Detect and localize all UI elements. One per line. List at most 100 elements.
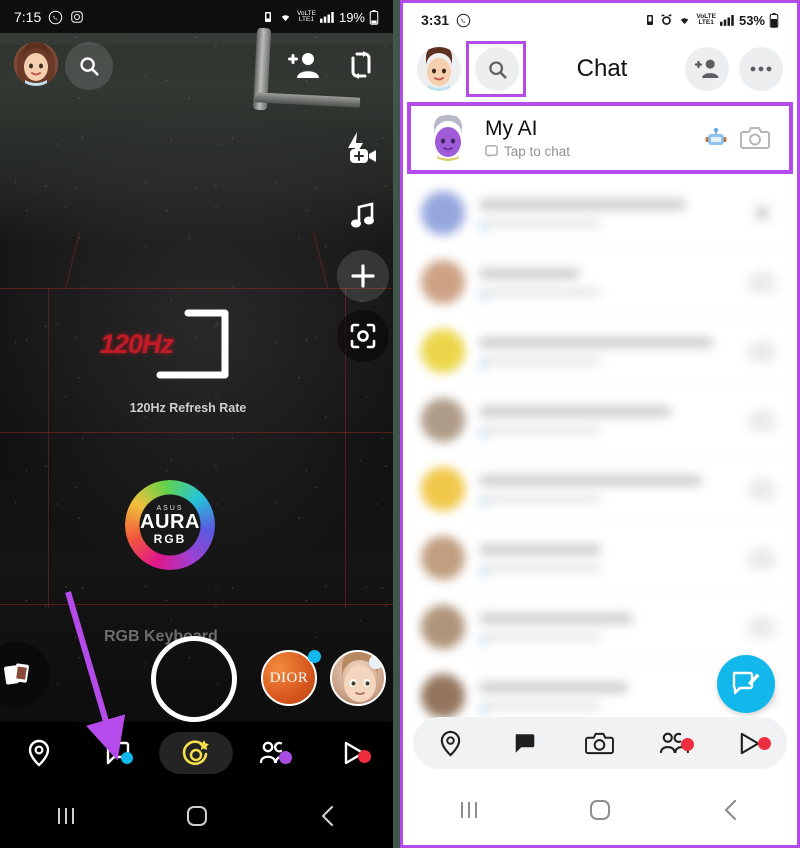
music-note-icon <box>351 202 374 228</box>
chat-row-text <box>465 543 745 577</box>
avatar <box>421 673 465 718</box>
right-system-nav <box>403 775 797 845</box>
home-button[interactable] <box>534 799 665 821</box>
search-button[interactable] <box>65 42 113 90</box>
instagram-icon <box>71 11 83 23</box>
table-row[interactable] <box>407 523 793 592</box>
avatar <box>421 259 465 304</box>
nav-map[interactable] <box>0 739 79 767</box>
avatar <box>421 397 465 442</box>
my-ai-subtitle-row: Tap to chat <box>485 144 697 159</box>
whatsapp-icon <box>49 10 63 24</box>
signal-icon <box>719 15 734 26</box>
aura-brand-text: AURA <box>140 510 200 533</box>
camera-icon[interactable] <box>745 409 779 431</box>
search-highlight-box <box>466 41 526 97</box>
my-ai-name: My AI <box>485 117 538 141</box>
right-status-bar: 3:31 VoLTE LTE1 53% <box>403 3 797 37</box>
lens-carousel: DIOR <box>0 636 393 722</box>
camera-icon <box>585 732 615 754</box>
chat-square-icon <box>485 144 498 158</box>
recents-button[interactable] <box>403 799 534 821</box>
left-camera-topbar <box>0 40 393 92</box>
table-row[interactable] <box>407 454 793 523</box>
video-camera-button[interactable] <box>337 130 389 182</box>
avatar[interactable] <box>417 47 461 91</box>
avatar <box>421 535 465 580</box>
music-button[interactable] <box>337 190 389 242</box>
back-button[interactable] <box>262 804 393 828</box>
nav-stories[interactable] <box>236 741 315 765</box>
recents-icon <box>460 802 477 818</box>
new-chat-icon <box>732 671 760 695</box>
table-row[interactable] <box>407 247 793 316</box>
refresh-rate-overlay: 120Hz 120Hz Refresh Rate <box>100 305 246 415</box>
my-ai-camera-button[interactable] <box>735 125 775 151</box>
chat-row-text <box>465 198 745 232</box>
add-friend-button[interactable] <box>685 47 729 91</box>
battery-percent: 19% <box>338 9 365 25</box>
flip-camera-button[interactable] <box>347 50 375 85</box>
chat-header: Chat <box>403 39 797 99</box>
nav-spotlight[interactable] <box>712 731 787 756</box>
right-bottom-nav <box>413 717 787 769</box>
robot-icon <box>705 128 727 145</box>
left-status-bar: 7:15 VoLTE LTE1 19% <box>0 0 393 34</box>
memories-button[interactable] <box>0 642 50 708</box>
my-ai-chat-row[interactable]: My AI Tap to chat <box>407 102 793 174</box>
camera-icon[interactable] <box>745 547 779 569</box>
back-button[interactable] <box>666 798 797 822</box>
spotlight-badge <box>357 750 371 763</box>
map-pin-icon <box>440 730 461 756</box>
camera-icon[interactable] <box>745 616 779 638</box>
asus-brand-text: ASUS <box>156 504 184 512</box>
table-row[interactable] <box>407 178 793 247</box>
video-camera-icon <box>350 149 376 163</box>
chat-row-text <box>465 405 745 439</box>
keyboard-grid-line <box>0 432 393 433</box>
home-button[interactable] <box>131 805 262 827</box>
add-button[interactable] <box>337 250 389 302</box>
nav-map[interactable] <box>413 730 488 757</box>
table-row[interactable] <box>407 316 793 385</box>
camera-icon[interactable] <box>745 478 779 500</box>
page-title: Chat <box>576 55 628 82</box>
nav-stories[interactable] <box>637 732 712 755</box>
memories-icon <box>4 663 29 685</box>
recents-button[interactable] <box>0 805 131 827</box>
shutter-button[interactable] <box>151 636 237 722</box>
nav-camera[interactable] <box>563 731 638 756</box>
camera-star-icon <box>183 740 210 766</box>
scan-button[interactable] <box>337 310 389 362</box>
stories-badge <box>681 737 695 751</box>
battery-icon <box>769 12 779 28</box>
close-icon[interactable] <box>745 203 779 223</box>
rgb-brand-text: RGB <box>153 531 187 546</box>
more-options-icon <box>750 66 772 72</box>
table-row[interactable] <box>407 385 793 454</box>
chat-list[interactable] <box>407 178 793 725</box>
camera-pill[interactable] <box>159 732 234 774</box>
status-time: 3:31 <box>421 12 450 28</box>
nav-spotlight[interactable] <box>314 740 393 766</box>
nav-camera[interactable] <box>157 732 236 774</box>
keyboard-grid-line <box>0 604 393 605</box>
battery-percent: 53% <box>738 12 765 28</box>
nav-chat[interactable] <box>488 731 563 756</box>
new-chat-fab[interactable] <box>717 655 775 713</box>
avatar[interactable] <box>14 42 58 86</box>
lens-option-face[interactable] <box>330 650 386 706</box>
more-options-button[interactable] <box>739 47 783 91</box>
nav-chat[interactable] <box>79 740 158 766</box>
spotlight-badge <box>757 736 771 750</box>
my-ai-avatar <box>425 115 471 161</box>
add-friend-button[interactable] <box>287 50 321 85</box>
back-icon <box>321 805 333 827</box>
camera-icon[interactable] <box>745 271 779 293</box>
camera-icon <box>740 127 770 149</box>
flip-camera-icon <box>351 51 371 79</box>
add-friend-icon <box>694 59 719 78</box>
add-friend-icon <box>288 53 319 78</box>
camera-icon[interactable] <box>745 340 779 362</box>
table-row[interactable] <box>407 592 793 661</box>
